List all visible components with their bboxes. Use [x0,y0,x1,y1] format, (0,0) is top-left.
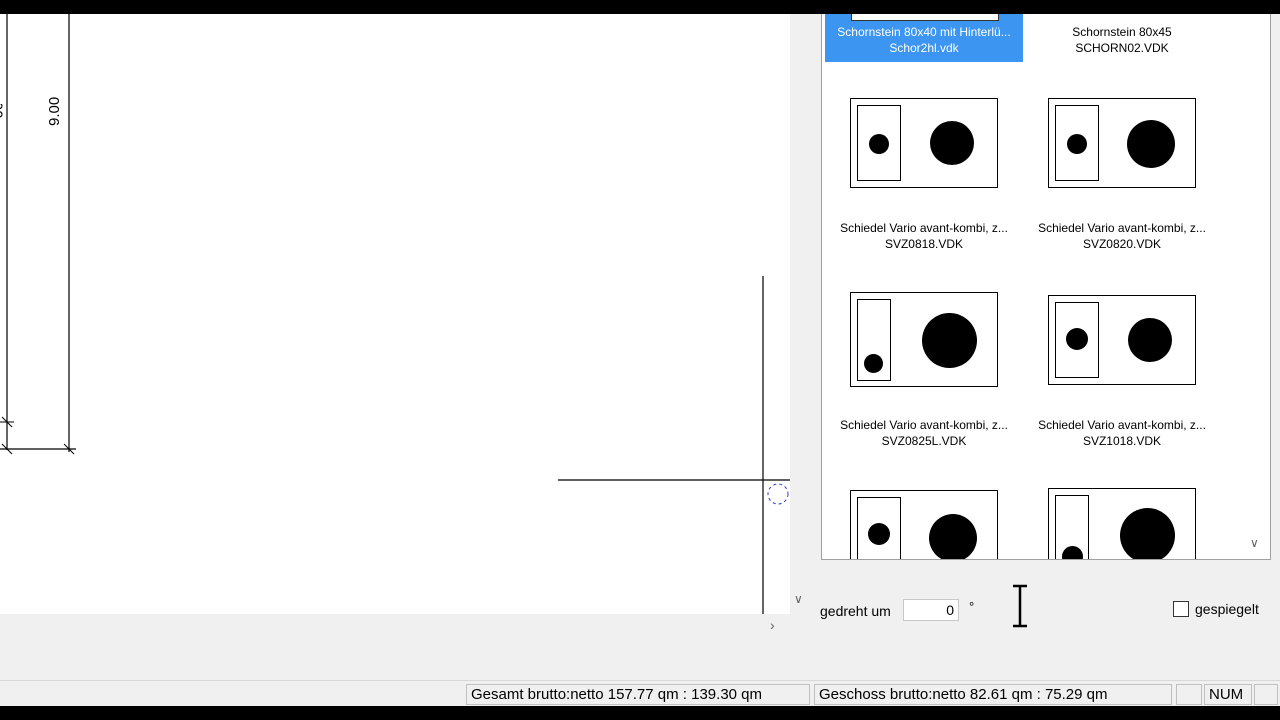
status-empty-indicator [1254,684,1278,705]
mirror-checkbox[interactable] [1173,601,1189,617]
chimney-thumbnail [1048,295,1196,385]
mirror-label: gespiegelt [1195,601,1259,617]
empty-area [0,636,810,680]
rotation-label: gedreht um [820,603,891,619]
rotation-input[interactable] [903,599,959,621]
item-name: Schornstein 80x45 [1072,25,1172,39]
library-item[interactable]: Schiedel Vario avant-kombi, z... SVZ0820… [1023,98,1221,252]
item-file: Schor2hl.vdk [889,41,959,55]
canvas-horizontal-scrollbar[interactable]: › [0,614,790,636]
library-item[interactable]: Schiedel Vario avant-kombi, z... SVZ0818… [825,98,1023,252]
thumbnail-edge [851,14,999,21]
item-file: SVZ0818.VDK [884,237,964,251]
item-name: Schiedel Vario avant-kombi, z... [1038,418,1206,432]
library-item[interactable]: Schiedel Vario avant-kombi, z... SVZ1018… [1023,295,1221,449]
item-file: SCHORN02.VDK [1075,41,1169,55]
degree-unit: ° [969,599,975,614]
snap-marker [767,483,789,505]
dimension-label: 9.00 [46,96,63,126]
item-name: Schiedel Vario avant-kombi, z... [840,418,1008,432]
symbol-library-list[interactable]: Schornstein 80x40 mit Hinterlü... Schor2… [821,14,1271,560]
window-bottom-edge [0,706,1280,720]
status-floor-area: Geschoss brutto:netto 82.61 qm : 75.29 q… [814,684,1172,705]
chimney-thumbnail [1048,98,1196,188]
library-item[interactable]: Schornstein 80x40 mit Hinterlü... Schor2… [825,14,1023,62]
status-bar: Gesamt brutto:netto 157.77 qm : 139.30 q… [0,680,1280,707]
item-name: Schornstein 80x40 mit Hinterlü... [837,25,1011,39]
dimension-label-cut: 00 [0,104,4,119]
library-item[interactable]: Schiedel Vario avant-kombi, z... SVZ0825… [825,292,1023,449]
item-file: SVZ0820.VDK [1082,237,1162,251]
chimney-thumbnail [850,98,998,188]
ibeam-cursor-icon [1013,584,1027,628]
chimney-thumbnail [850,490,998,559]
canvas-vertical-scrollbar[interactable]: ∨ [790,14,810,614]
chevron-down-icon[interactable]: ∨ [794,592,803,606]
item-file: SVZ1018.VDK [1082,434,1162,448]
item-name: Schiedel Vario avant-kombi, z... [840,221,1008,235]
item-name: Schiedel Vario avant-kombi, z... [1038,221,1206,235]
status-empty-indicator [1176,684,1202,705]
chimney-thumbnail [850,292,998,387]
status-num-lock: NUM [1204,684,1252,705]
chimney-thumbnail [1048,488,1196,559]
chevron-right-icon[interactable]: › [770,617,775,633]
chevron-down-icon[interactable]: ∨ [1250,536,1259,550]
library-item[interactable] [825,490,1023,559]
drawing-canvas[interactable]: 9.00 00 [0,14,790,614]
window-top-edge [0,0,1280,14]
status-total-area: Gesamt brutto:netto 157.77 qm : 139.30 q… [466,684,810,705]
library-scrollbar[interactable]: ∨ [1243,14,1268,558]
item-file: SVZ0825L.VDK [881,434,967,448]
floorplan-drawing [0,14,790,614]
library-item[interactable] [1023,488,1221,559]
library-item[interactable]: Schornstein 80x45 SCHORN02.VDK [1023,14,1221,62]
